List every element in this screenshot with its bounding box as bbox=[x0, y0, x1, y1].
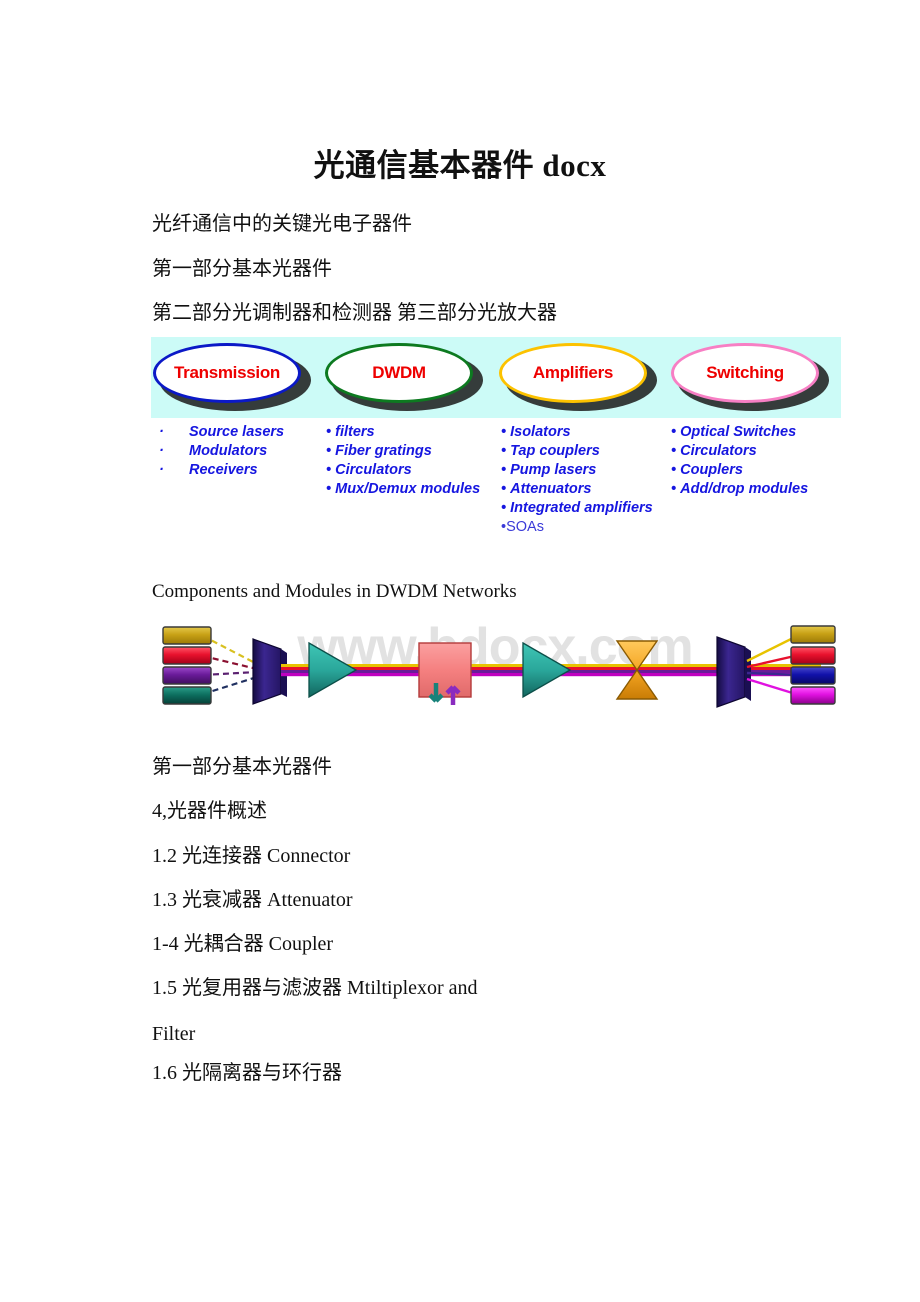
list-item: Mux/Demux modules bbox=[326, 480, 486, 499]
lower-line-3: 1.2 光连接器 Connector bbox=[152, 845, 351, 867]
list-item: Optical Switches bbox=[671, 423, 836, 442]
transmitter-box bbox=[162, 646, 212, 665]
list-item: Source lasers bbox=[159, 423, 314, 442]
lower-line-4: 1.3 光衰减器 Attenuator bbox=[152, 889, 353, 911]
paragraph-1: 光纤通信中的关键光电子器件 bbox=[152, 213, 412, 235]
ellipse-body: DWDM bbox=[325, 343, 473, 403]
demultiplexer-prism bbox=[716, 636, 751, 708]
transmitter-boxes bbox=[162, 626, 212, 705]
list-item: Circulators bbox=[671, 442, 836, 461]
receiver-box bbox=[790, 625, 836, 644]
figure1-caption: Components and Modules in DWDM Networks bbox=[152, 581, 517, 602]
list-item-soas: SOAs bbox=[501, 518, 666, 537]
lower-line-7: Filter bbox=[152, 1023, 196, 1045]
list-item: Circulators bbox=[326, 461, 486, 480]
page-title: 光通信基本器件 docx bbox=[313, 148, 607, 183]
list-item: filters bbox=[326, 423, 486, 442]
list-item: Isolators bbox=[501, 423, 666, 442]
receiver-box bbox=[790, 666, 836, 685]
transmitter-box bbox=[162, 666, 212, 685]
lower-line-8: 1.6 光隔离器与环行器 bbox=[152, 1062, 342, 1084]
list-item: Couplers bbox=[671, 461, 836, 480]
ellipse-label: Switching bbox=[706, 363, 784, 382]
document-page: 光通信基本器件 docx 光纤通信中的关键光电子器件 第一部分基本光器件 第二部… bbox=[0, 0, 920, 1302]
bullet-column-amplifiers: Isolators Tap couplers Pump lasers Atten… bbox=[501, 423, 666, 537]
paragraph-2: 第一部分基本光器件 bbox=[152, 258, 332, 280]
ellipse-switching: Switching bbox=[671, 343, 831, 413]
list-item: Attenuators bbox=[501, 480, 666, 499]
paragraph-3: 第二部分光调制器和检测器 第三部分光放大器 bbox=[152, 302, 557, 324]
receiver-box bbox=[790, 646, 836, 665]
list-item: Integrated amplifiers bbox=[501, 499, 666, 518]
figure-optical-components-overview: Transmission DWDM Amplifiers Switching S… bbox=[151, 337, 841, 569]
list-item: Modulators bbox=[159, 442, 314, 461]
bullet-column-switching: Optical Switches Circulators Couplers Ad… bbox=[671, 423, 836, 499]
dwdm-network-svg bbox=[162, 625, 836, 708]
transmitter-box bbox=[162, 626, 212, 645]
list-item: Receivers bbox=[159, 461, 314, 480]
ellipse-label: DWDM bbox=[372, 363, 426, 382]
mux-feeder-lines bbox=[202, 635, 258, 696]
ellipse-amplifiers: Amplifiers bbox=[499, 343, 659, 413]
lower-line-5: 1-4 光耦合器 Coupler bbox=[152, 933, 334, 955]
list-item: Fiber gratings bbox=[326, 442, 486, 461]
list-item: Pump lasers bbox=[501, 461, 666, 480]
transmitter-box bbox=[162, 686, 212, 705]
ellipse-body: Transmission bbox=[153, 343, 301, 403]
bullet-column-transmission: Source lasers Modulators Receivers bbox=[159, 423, 314, 491]
figure-dwdm-network-diagram: www.bdocx.com bbox=[151, 609, 841, 724]
bullet-column-dwdm: filters Fiber gratings Circulators Mux/D… bbox=[326, 423, 486, 499]
ellipse-body: Switching bbox=[671, 343, 819, 403]
add-drop-module bbox=[418, 642, 472, 705]
amplifier-1 bbox=[308, 641, 358, 699]
ellipse-transmission: Transmission bbox=[153, 343, 313, 413]
ellipse-body: Amplifiers bbox=[499, 343, 647, 403]
amplifier-2 bbox=[522, 641, 572, 699]
lower-line-1: 第一部分基本光器件 bbox=[152, 756, 332, 778]
ellipse-label: Transmission bbox=[174, 363, 280, 382]
receiver-box bbox=[790, 686, 836, 705]
list-item: Tap couplers bbox=[501, 442, 666, 461]
ellipse-dwdm: DWDM bbox=[325, 343, 485, 413]
ellipse-label: Amplifiers bbox=[532, 363, 614, 382]
lower-line-6: 1.5 光复用器与滤波器 Mtiltiplexor and bbox=[152, 977, 478, 999]
list-item: Add/drop modules bbox=[671, 480, 836, 499]
lower-line-2: 4,光器件概述 bbox=[152, 800, 267, 822]
